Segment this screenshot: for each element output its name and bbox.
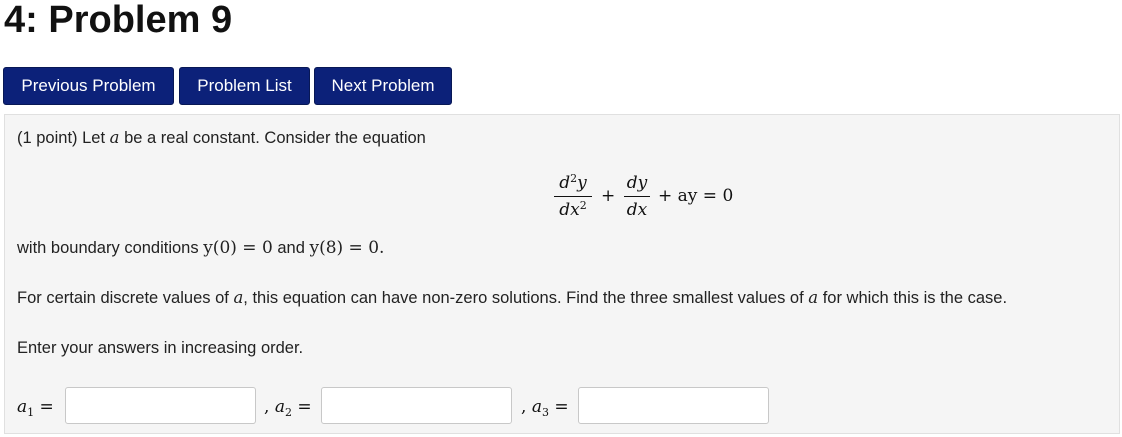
question-middle: , this equation can have non-zero soluti… <box>243 289 809 307</box>
fraction-bar <box>554 196 592 197</box>
answer-input-a2[interactable] <box>321 387 512 424</box>
boundary-prefix: with boundary conditions <box>17 239 204 257</box>
question-prefix: For certain discrete values of <box>17 289 234 307</box>
second-derivative-fraction: d2y dx2 <box>554 172 592 221</box>
problem-body: (1 point) Let a be a real constant. Cons… <box>4 114 1120 434</box>
equation-rest: + ay = 0 <box>658 186 734 206</box>
problem-intro: (1 point) Let a be a real constant. Cons… <box>17 127 426 149</box>
first-derivative-fraction: dy dx <box>624 172 650 221</box>
intro-suffix: be a real constant. Consider the equatio… <box>119 129 426 147</box>
boundary-condition-1: y(0) = 0 <box>203 238 273 258</box>
question-variable: a <box>808 288 819 307</box>
fraction-denominator: dx2 <box>559 199 587 220</box>
answer-input-a1[interactable] <box>65 387 256 424</box>
problem-question: For certain discrete values of a, this e… <box>17 287 1007 309</box>
fraction-numerator: d2y <box>559 172 587 193</box>
intro-prefix: (1 point) Let <box>17 129 110 147</box>
answer-input-a3[interactable] <box>578 387 769 424</box>
page-title: 4: Problem 9 <box>4 0 233 41</box>
fraction-bar <box>624 196 650 197</box>
answer-label-1: a1 = <box>17 397 54 419</box>
answer-row: a1 = , a2 = , a3 = <box>17 387 1097 425</box>
plus-sign: + <box>601 186 616 206</box>
problem-list-button[interactable]: Problem List <box>179 67 310 105</box>
answer-instruction: Enter your answers in increasing order. <box>17 339 304 357</box>
fraction-denominator: dx <box>626 200 648 220</box>
boundary-and: and <box>272 239 310 257</box>
next-problem-button[interactable]: Next Problem <box>314 67 452 105</box>
question-variable: a <box>233 288 244 307</box>
question-suffix: for which this is the case. <box>818 289 1008 307</box>
intro-variable: a <box>109 128 120 147</box>
fraction-numerator: dy <box>626 173 648 193</box>
boundary-conditions: with boundary conditions y(0) = 0 and y(… <box>17 237 384 259</box>
boundary-condition-2: y(8) = 0. <box>309 238 385 258</box>
answer-label-3: , a3 = <box>521 397 569 419</box>
answer-label-2: , a2 = <box>264 397 312 419</box>
previous-problem-button[interactable]: Previous Problem <box>3 67 174 105</box>
